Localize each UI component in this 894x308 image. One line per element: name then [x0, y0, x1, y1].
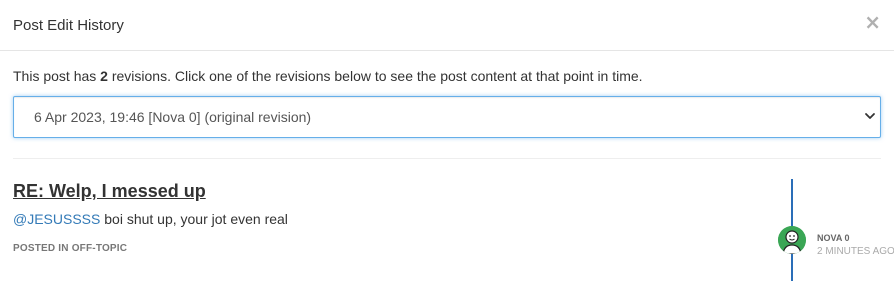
- chevron-down-icon: [865, 113, 875, 119]
- post-title[interactable]: RE: Welp, I messed up: [13, 181, 206, 202]
- posted-in-prefix: POSTED IN: [13, 243, 72, 254]
- revision-intro-text: This post has 2 revisions. Click one of …: [13, 68, 643, 84]
- revision-select-value: 6 Apr 2023, 19:46 [Nova 0] (original rev…: [34, 109, 312, 125]
- post-body-text: boi shut up, your jot even real: [100, 211, 288, 227]
- revision-select[interactable]: 6 Apr 2023, 19:46 [Nova 0] (original rev…: [13, 96, 881, 138]
- post-body: @JESUSSSS boi shut up, your jot even rea…: [13, 211, 288, 227]
- user-face-icon: [778, 226, 806, 254]
- revision-author-name[interactable]: NOVA 0: [817, 233, 850, 243]
- intro-suffix: revisions. Click one of the revisions be…: [107, 68, 643, 84]
- modal-title: Post Edit History: [13, 17, 124, 34]
- avatar[interactable]: [778, 226, 806, 254]
- close-icon[interactable]: ×: [864, 11, 881, 33]
- category-link[interactable]: OFF-TOPIC: [72, 243, 128, 254]
- divider: [13, 158, 881, 159]
- user-mention-link[interactable]: @JESUSSSS: [13, 211, 100, 227]
- revision-count: 2: [100, 68, 108, 84]
- intro-prefix: This post has: [13, 68, 101, 84]
- revision-timestamp: 2 MINUTES AGO: [817, 246, 894, 257]
- posted-in: POSTED IN OFF-TOPIC: [13, 243, 127, 254]
- modal-header: Post Edit History ×: [0, 0, 894, 51]
